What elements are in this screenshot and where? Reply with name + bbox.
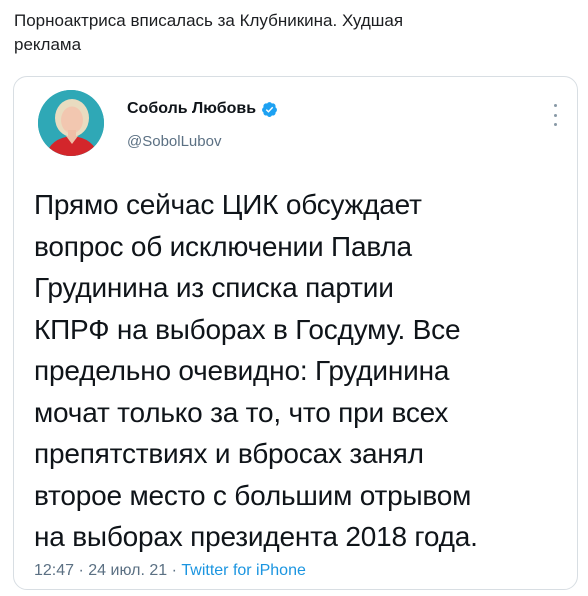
more-options-icon[interactable] (551, 104, 559, 126)
tweet-text: Прямо сейчас ЦИК обсуждает вопрос об иск… (34, 189, 478, 552)
meta-separator: · (171, 562, 177, 579)
post-caption: Порноактриса вписалась за Клубникина. Ху… (14, 11, 404, 54)
tweet-source-link[interactable]: Twitter for iPhone (181, 562, 306, 579)
author-handle[interactable]: @SobolLubov (127, 132, 221, 152)
author-name-row[interactable]: Соболь Любовь (127, 99, 278, 119)
tweet-date[interactable]: 24 июл. 21 (88, 562, 167, 579)
meta-separator: · (78, 562, 84, 579)
avatar[interactable] (38, 90, 104, 156)
embedded-tweet-card[interactable]: Соболь Любовь @SobolLubov Прямо сейчас Ц… (13, 76, 578, 590)
tweet-meta: 12:47 · 24 июл. 21 · Twitter for iPhone (34, 561, 306, 581)
author-name[interactable]: Соболь Любовь (127, 99, 256, 119)
tweet-time[interactable]: 12:47 (34, 562, 74, 579)
verified-badge-icon (261, 101, 278, 118)
